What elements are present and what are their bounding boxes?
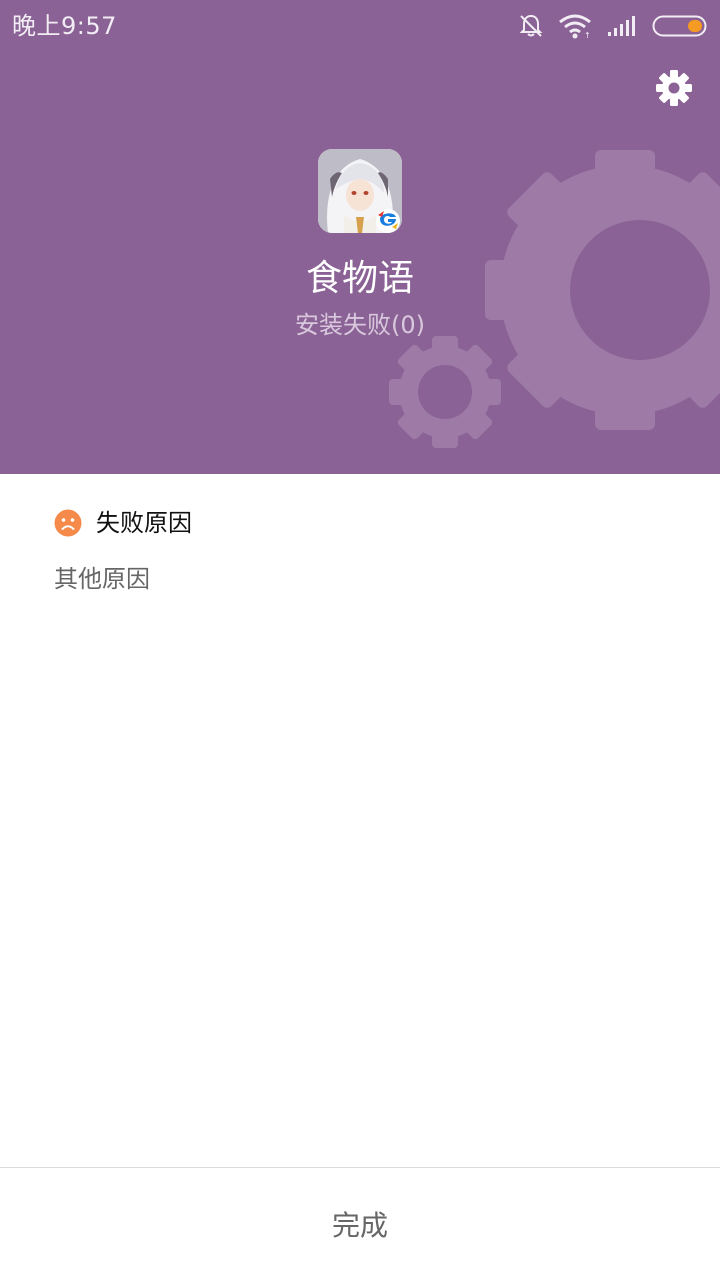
status-time: 晚上9:57 — [12, 12, 117, 40]
svg-text:↑↓: ↑↓ — [584, 31, 592, 39]
app-name: 食物语 — [305, 258, 414, 299]
install-result-screen: 晚上9:57 ↑↓ — [0, 0, 720, 1280]
failure-reason-header: 失败原因 — [54, 506, 192, 540]
status-icons: ↑↓ — [518, 12, 708, 40]
app-artwork-icon — [318, 149, 402, 233]
install-status: 安装失败(0) — [295, 311, 425, 339]
battery-icon — [652, 15, 707, 37]
status-bar: 晚上9:57 ↑↓ — [0, 0, 720, 52]
wifi-icon: ↑↓ — [559, 14, 592, 39]
sad-face-icon — [54, 509, 82, 537]
bell-off-icon — [519, 14, 543, 37]
failure-reason-title: 失败原因 — [96, 509, 192, 537]
done-button[interactable]: 完成 — [0, 1168, 720, 1280]
failure-reason-text: 其他原因 — [54, 565, 150, 593]
signal-icon — [608, 16, 635, 36]
gear-icon[interactable] — [654, 68, 694, 108]
app-icon — [318, 149, 402, 233]
header-panel: 晚上9:57 ↑↓ — [0, 0, 720, 474]
gears-background-icon — [389, 150, 720, 448]
